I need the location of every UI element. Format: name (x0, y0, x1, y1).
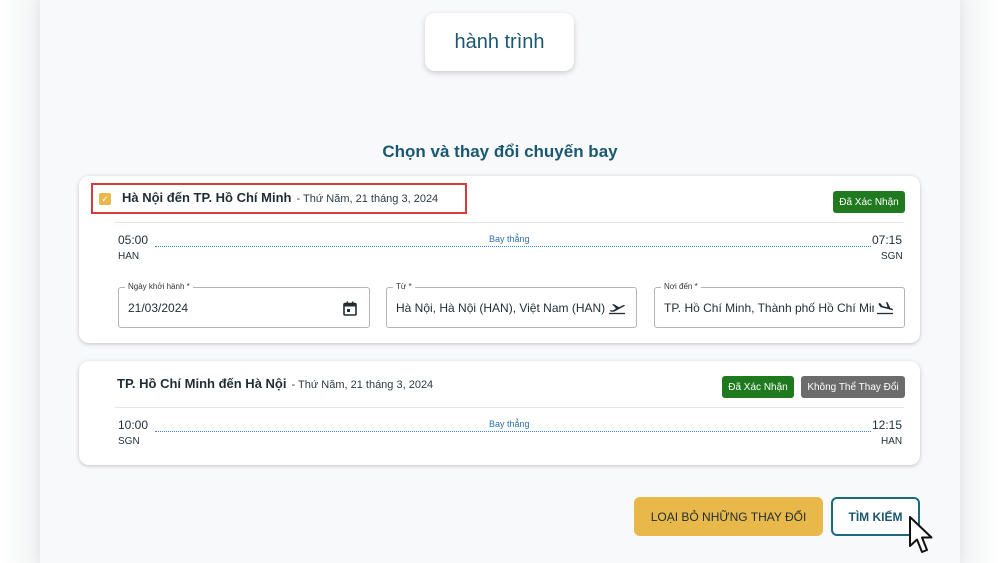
status-badge-confirmed: Đã Xác Nhận (722, 376, 794, 398)
departure-date-value: 21/03/2024 (128, 301, 189, 315)
divider (115, 407, 904, 408)
divider (115, 222, 904, 223)
discard-changes-button[interactable]: LOẠI BỎ NHỮNG THAY ĐỔI (634, 497, 823, 536)
flight-path-line (155, 246, 871, 247)
section-title: Chọn và thay đổi chuyến bay (382, 142, 618, 161)
plane-takeoff-icon (608, 299, 626, 317)
departure-time: 10:00 (118, 418, 149, 432)
journey-chip[interactable]: hành trình (425, 13, 574, 71)
arrival-time: 12:15 (872, 418, 903, 432)
direct-flight-label: Bay thẳng (487, 419, 532, 429)
departure-code: SGN (118, 436, 140, 447)
route-heading: Hà Nội đến TP. Hồ Chí Minh - Thứ Năm, 21… (122, 190, 438, 205)
arrival-time: 07:15 (872, 233, 903, 247)
destination-label: Nơi đến * (661, 282, 701, 291)
departure-code: HAN (118, 251, 140, 262)
destination-field[interactable]: Nơi đến * TP. Hồ Chí Minh, Thành phố Hồ … (654, 282, 905, 328)
route-title: Hà Nội đến TP. Hồ Chí Minh (122, 190, 292, 205)
destination-value: TP. Hồ Chí Minh, Thành phố Hồ Chí Minh (… (664, 301, 874, 315)
arrival-code: HAN (881, 436, 903, 447)
departure-date-label: Ngày khởi hành * (125, 282, 193, 291)
calendar-icon[interactable] (341, 299, 359, 317)
from-field[interactable]: Từ * Hà Nội, Hà Nội (HAN), Việt Nam (HAN… (386, 282, 637, 328)
status-badge-label: Không Thể Thay Đổi (807, 381, 899, 393)
search-button[interactable]: TÌM KIẾM (831, 497, 920, 536)
route-heading: TP. Hồ Chí Minh đến Hà Nội - Thứ Năm, 21… (117, 376, 433, 391)
plane-landing-icon (876, 299, 894, 317)
flight-card-outbound: ✓ Hà Nội đến TP. Hồ Chí Minh - Thứ Năm, … (79, 176, 920, 343)
page-margin-right (960, 0, 1000, 563)
direct-flight-label: Bay thẳng (487, 234, 532, 244)
flight-select-checkbox[interactable]: ✓ (99, 193, 111, 205)
search-label: TÌM KIẾM (848, 509, 903, 524)
flight-card-return: TP. Hồ Chí Minh đến Hà Nội - Thứ Năm, 21… (79, 361, 920, 465)
page-margin-left (0, 0, 40, 563)
flight-path-line (155, 431, 871, 432)
route-date: - Thứ Năm, 21 tháng 3, 2024 (291, 379, 434, 391)
status-badge-confirmed: Đã Xác Nhận (833, 191, 905, 213)
from-value: Hà Nội, Hà Nội (HAN), Việt Nam (HAN) (396, 301, 606, 315)
route-title: TP. Hồ Chí Minh đến Hà Nội (117, 376, 287, 391)
status-badge-label: Đã Xác Nhận (728, 381, 788, 393)
from-label: Từ * (393, 282, 415, 291)
mouse-cursor-icon (909, 516, 933, 553)
departure-date-field[interactable]: Ngày khởi hành * 21/03/2024 (118, 282, 370, 328)
status-badge-label: Đã Xác Nhận (839, 196, 899, 208)
arrival-code: SGN (881, 251, 903, 262)
journey-chip-label: hành trình (454, 30, 545, 53)
route-date: - Thứ Năm, 21 tháng 3, 2024 (296, 193, 439, 205)
departure-time: 05:00 (118, 233, 149, 247)
status-badge-unchangeable: Không Thể Thay Đổi (801, 376, 905, 398)
discard-changes-label: LOẠI BỎ NHỮNG THAY ĐỔI (650, 509, 807, 524)
